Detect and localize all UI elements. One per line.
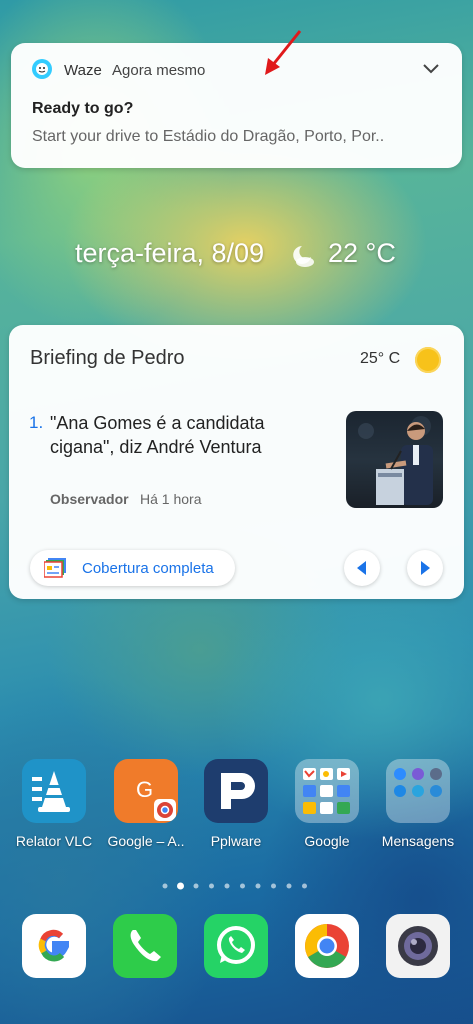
- camera-icon[interactable]: [386, 914, 450, 978]
- waze-notification[interactable]: Waze Agora mesmo Ready to go? Start your…: [11, 43, 462, 168]
- chevron-right-icon: [421, 561, 430, 575]
- page-dot: [162, 883, 168, 889]
- page-dot: [240, 883, 245, 889]
- svg-text:G: G: [136, 777, 153, 802]
- full-coverage-label: Cobertura completa: [82, 560, 214, 577]
- app-messages-folder[interactable]: Mensagens: [373, 759, 463, 849]
- app-google-folder[interactable]: Google: [282, 759, 372, 849]
- app-pplware[interactable]: Pplware: [191, 759, 281, 849]
- phone-icon[interactable]: [113, 914, 177, 978]
- briefing-card[interactable]: Briefing de Pedro 25° C 1. "Ana Gomes é …: [9, 325, 464, 599]
- news-source: Observador: [50, 491, 129, 507]
- chevron-left-icon: [357, 561, 366, 575]
- google-folder-icon: [295, 759, 359, 823]
- notification-time: Agora mesmo: [112, 62, 206, 79]
- cloudy-moon-icon: [293, 246, 314, 267]
- page-dot: [177, 882, 184, 890]
- page-indicator: [162, 882, 307, 890]
- whatsapp-icon[interactable]: [204, 914, 268, 978]
- page-dot: [271, 883, 276, 889]
- previous-button[interactable]: [344, 550, 380, 586]
- waze-icon: [32, 59, 52, 79]
- briefing-title: Briefing de Pedro: [30, 347, 185, 369]
- pplware-icon: [204, 759, 268, 823]
- notification-body: Start your drive to Estádio do Dragão, P…: [32, 128, 385, 145]
- app-relator-vlc[interactable]: Relator VLC: [9, 759, 99, 849]
- lockscreen-temperature: 22 °C: [328, 238, 396, 268]
- briefing-temperature: 25° C: [360, 350, 401, 367]
- chrome-icon[interactable]: [295, 914, 359, 978]
- app-label: Google – A..: [107, 833, 185, 849]
- page-dot: [209, 883, 214, 889]
- next-button[interactable]: [407, 550, 443, 586]
- google-ads-icon: G: [114, 759, 178, 823]
- google-search-icon[interactable]: [22, 914, 86, 978]
- app-label: Pplware: [210, 833, 262, 849]
- sun-icon: [415, 347, 441, 373]
- news-headline[interactable]: "Ana Gomes é a candidata cigana", diz An…: [50, 411, 300, 459]
- app-label: Mensagens: [381, 833, 455, 849]
- full-coverage-icon: [44, 558, 66, 578]
- page-dot: [224, 883, 230, 889]
- notification-app-name: Waze: [64, 62, 102, 79]
- page-dot: [193, 883, 199, 889]
- page-dot: [302, 883, 307, 889]
- headline-number: 1.: [29, 413, 44, 432]
- vlc-reporter-icon: [22, 759, 86, 823]
- lockscreen-date: terça-feira, 8/09: [75, 238, 265, 268]
- messages-folder-icon: [386, 759, 450, 823]
- app-google-ads[interactable]: G Google – A..: [101, 759, 191, 849]
- full-coverage-button[interactable]: Cobertura completa: [30, 550, 235, 586]
- app-label: Relator VLC: [15, 833, 93, 849]
- chevron-down-icon[interactable]: [421, 58, 441, 78]
- news-thumbnail[interactable]: [346, 411, 443, 508]
- red-arrow-annotation-icon: [265, 30, 302, 75]
- notification-title: Ready to go?: [32, 100, 134, 117]
- news-time: Há 1 hora: [140, 491, 202, 507]
- page-dot: [286, 883, 292, 889]
- app-label: Google: [304, 833, 350, 849]
- page-dot: [255, 883, 261, 889]
